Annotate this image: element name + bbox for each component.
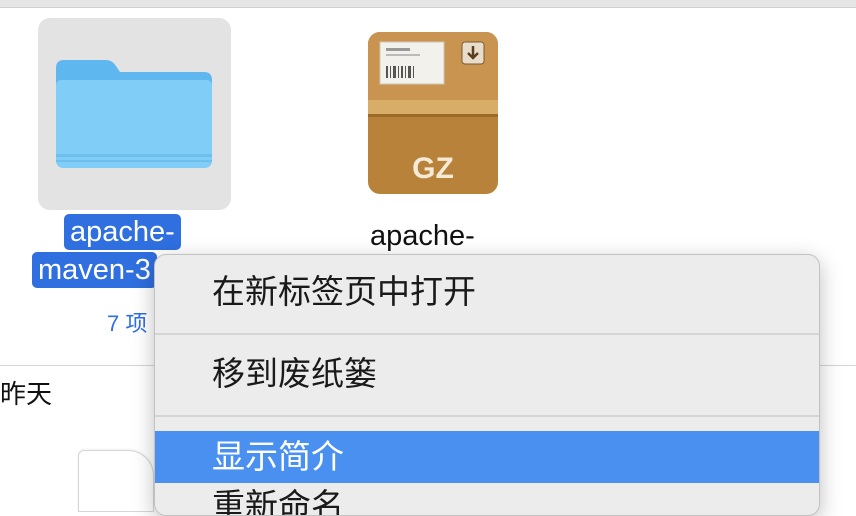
gz-badge: GZ	[412, 152, 454, 185]
folder-icon	[56, 60, 212, 168]
folder-name-line1: apache-	[64, 214, 181, 250]
folder-item-count: 7 项	[107, 311, 148, 336]
menu-item-get-info[interactable]: 显示简介	[155, 431, 819, 483]
menu-item-open-in-new-tab[interactable]: 在新标签页中打开	[155, 261, 819, 323]
archive-name-label[interactable]: apache-	[370, 220, 475, 253]
document-icon[interactable]	[78, 450, 154, 512]
menu-separator	[155, 415, 819, 417]
toolbar-edge	[0, 0, 856, 7]
toolbar-divider	[0, 7, 856, 8]
folder-item[interactable]	[38, 18, 231, 210]
menu-item-move-to-trash[interactable]: 移到废纸篓	[155, 343, 819, 405]
date-group-header: 昨天	[0, 379, 53, 409]
menu-item-rename[interactable]: 重新命名	[155, 479, 819, 515]
folder-name-line2: maven-3	[32, 252, 157, 288]
gz-archive-icon[interactable]: GZ	[366, 30, 500, 196]
context-menu: 在新标签页中打开 移到废纸篓 显示简介 重新命名	[154, 254, 820, 516]
menu-separator	[155, 333, 819, 335]
